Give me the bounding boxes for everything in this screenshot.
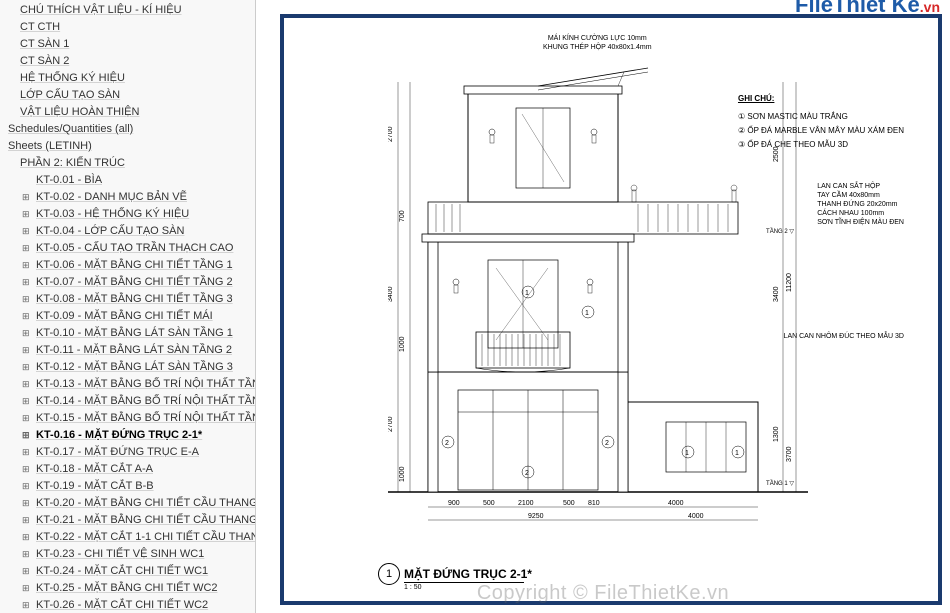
svg-text:500: 500 xyxy=(483,500,495,507)
sheet-item[interactable]: KT-0.19 - MẶT CẮT B-B xyxy=(0,478,255,495)
svg-text:2: 2 xyxy=(605,440,609,447)
copyright-watermark: Copyright © FileThietKe.vn xyxy=(477,582,729,605)
sheet-item[interactable]: KT-0.05 - CẤU TẠO TRẦN THẠCH CAO xyxy=(0,240,255,257)
svg-text:700: 700 xyxy=(399,210,406,222)
sheet-item[interactable]: KT-0.21 - MẶT BẰNG CHI TIẾT CẦU THANG T! xyxy=(0,512,255,529)
sheet-item[interactable]: KT-0.01 - BÌA xyxy=(0,172,255,189)
sheet-item[interactable]: KT-0.22 - MẶT CẮT 1-1 CHI TIẾT CẦU THANG xyxy=(0,529,255,546)
tree-group[interactable]: Schedules/Quantities (all) xyxy=(0,121,255,138)
tree-item[interactable]: CT SÀN 2 xyxy=(0,53,255,70)
project-browser-tree[interactable]: CHÚ THÍCH VẬT LIỆU - KÍ HIỆUCT CTHCT SÀN… xyxy=(0,0,256,613)
sheet-item[interactable]: KT-0.04 - LỚP CẤU TẠO SÀN xyxy=(0,223,255,240)
svg-text:2: 2 xyxy=(525,470,529,477)
sheet-item[interactable]: KT-0.07 - MẶT BẰNG CHI TIẾT TẦNG 2 xyxy=(0,274,255,291)
sheet-item[interactable]: KT-0.09 - MẶT BẰNG CHI TIẾT MÁI xyxy=(0,308,255,325)
view-title: MẶT ĐỨNG TRỤC 2-1* xyxy=(404,567,532,581)
sheet-frame: MÁI KÍNH CƯỜNG LỰC 10mm KHUNG THÉP HỘP 4… xyxy=(280,14,942,605)
sheet-item[interactable]: KT-0.18 - MẶT CẮT A-A xyxy=(0,461,255,478)
svg-text:810: 810 xyxy=(588,500,600,507)
sheet-item[interactable]: KT-0.17 - MẶT ĐỨNG TRỤC E-A xyxy=(0,444,255,461)
drawing-content: MÁI KÍNH CƯỜNG LỰC 10mm KHUNG THÉP HỘP 4… xyxy=(298,32,924,587)
railing-note-1: LAN CAN SẮT HỘP TAY CẦM 40x80mm THANH ĐỨ… xyxy=(817,182,904,227)
tree-item[interactable]: PHẦN 2: KIẾN TRÚC xyxy=(0,155,255,172)
sheet-item[interactable]: KT-0.16 - MẶT ĐỨNG TRỤC 2-1* xyxy=(0,427,255,444)
view-tag-circle: 1 xyxy=(378,563,400,585)
tree-item[interactable]: LỚP CẤU TẠO SÀN xyxy=(0,87,255,104)
svg-text:1: 1 xyxy=(585,310,589,317)
sheet-item[interactable]: KT-0.12 - MẶT BẰNG LÁT SÀN TẦNG 3 xyxy=(0,359,255,376)
sheet-item[interactable]: KT-0.14 - MẶT BẰNG BỐ TRÍ NỘI THẤT TẦNG … xyxy=(0,393,255,410)
sheet-item[interactable]: KT-0.06 - MẶT BẰNG CHI TIẾT TẦNG 1 xyxy=(0,257,255,274)
sheet-item[interactable]: KT-0.24 - MẶT CẮT CHI TIẾT WC1 xyxy=(0,563,255,580)
svg-text:1: 1 xyxy=(525,290,529,297)
tree-item[interactable]: HỆ THỐNG KÝ HIỆU xyxy=(0,70,255,87)
sheet-item[interactable]: KT-0.15 - MẶT BẰNG BỐ TRÍ NỘI THẤT TẦNG … xyxy=(0,410,255,427)
sheet-item[interactable]: KT-0.10 - MẶT BẰNG LÁT SÀN TẦNG 1 xyxy=(0,325,255,342)
svg-text:3700: 3700 xyxy=(786,446,793,462)
svg-text:2500: 2500 xyxy=(773,146,780,162)
sheet-item[interactable]: KT-0.08 - MẶT BẰNG CHI TIẾT TẦNG 3 xyxy=(0,291,255,308)
svg-text:1: 1 xyxy=(735,450,739,457)
sheet-item[interactable]: KT-0.13 - MẶT BẰNG BỐ TRÍ NỘI THẤT TẦNG … xyxy=(0,376,255,393)
sheet-item[interactable]: KT-0.02 - DANH MỤC BẢN VẼ xyxy=(0,189,255,206)
sheet-item[interactable]: KT-0.23 - CHI TIẾT VỆ SINH WC1 xyxy=(0,546,255,563)
tree-item[interactable]: CT SÀN 1 xyxy=(0,36,255,53)
tree-group[interactable]: Sheets (LETINH) xyxy=(0,138,255,155)
tree-item[interactable]: CT CTH xyxy=(0,19,255,36)
sheet-item[interactable]: KT-0.11 - MẶT BẰNG LÁT SÀN TẦNG 2 xyxy=(0,342,255,359)
tree-item[interactable]: VẬT LIỆU HOÀN THIỆN xyxy=(0,104,255,121)
svg-text:3400: 3400 xyxy=(388,286,394,302)
svg-text:2: 2 xyxy=(445,440,449,447)
svg-text:4000: 4000 xyxy=(688,513,704,520)
svg-text:1: 1 xyxy=(685,450,689,457)
drawing-canvas[interactable]: FileThiết Kế.vn MÁI KÍNH CƯỜNG LỰC 10mm … xyxy=(256,0,950,613)
svg-text:1000: 1000 xyxy=(399,466,406,482)
svg-text:2700: 2700 xyxy=(388,416,394,432)
elevation-drawing: 1 1 2 2 2 1 1 2700 3400 2700 1000 1000 7… xyxy=(388,42,808,522)
sheet-item[interactable]: KT-0.03 - HỆ THỐNG KÝ HIỆU xyxy=(0,206,255,223)
tree-item[interactable]: CHÚ THÍCH VẬT LIỆU - KÍ HIỆU xyxy=(0,2,255,19)
sheet-item[interactable]: KT-0.20 - MẶT BẰNG CHI TIẾT CẦU THANG T! xyxy=(0,495,255,512)
svg-text:4000: 4000 xyxy=(668,500,684,507)
svg-text:500: 500 xyxy=(563,500,575,507)
svg-text:2100: 2100 xyxy=(518,500,534,507)
svg-text:3400: 3400 xyxy=(773,286,780,302)
sheet-item[interactable]: KT-0.25 - MẶT BẰNG CHI TIẾT WC2 xyxy=(0,580,255,597)
svg-text:1000: 1000 xyxy=(399,336,406,352)
svg-text:1300: 1300 xyxy=(773,426,780,442)
svg-text:9250: 9250 xyxy=(528,513,544,520)
svg-text:900: 900 xyxy=(448,500,460,507)
sheet-item[interactable]: KT-0.26 - MẶT CẮT CHI TIẾT WC2 xyxy=(0,597,255,613)
svg-text:2700: 2700 xyxy=(388,126,394,142)
svg-text:11200: 11200 xyxy=(786,273,793,292)
